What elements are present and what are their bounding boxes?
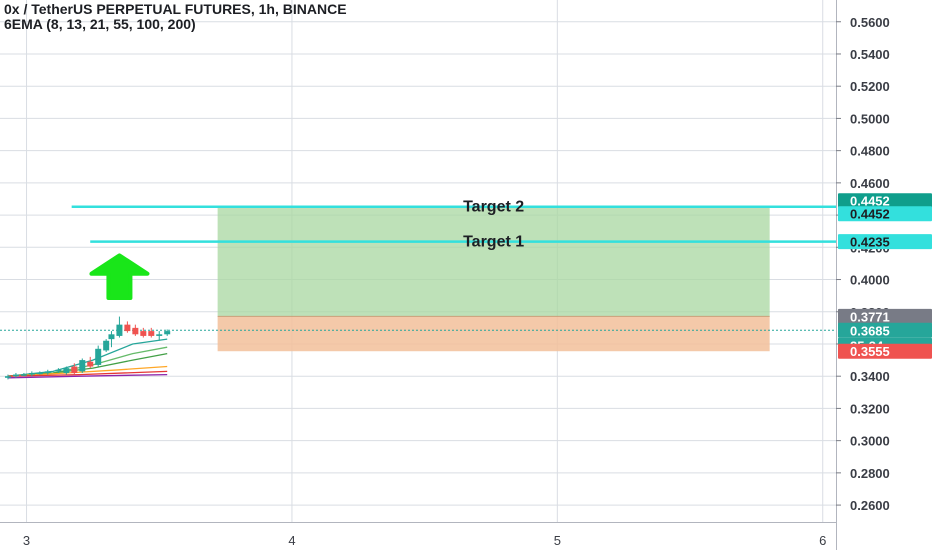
candle-body: [164, 331, 171, 335]
price-tag-label: 0.3685: [850, 323, 890, 338]
time-axis-bg: [0, 522, 836, 550]
candle-body: [103, 340, 110, 351]
price-tag: 0.3555: [838, 343, 932, 359]
candle: [132, 324, 139, 336]
price-chart[interactable]: Target 2 Target 1 0.2600 0.2800 0.3000 0.320…: [0, 0, 932, 550]
candle: [20, 372, 27, 377]
candle-body: [55, 369, 62, 372]
price-tag: 0.3685: [838, 322, 932, 338]
candle: [95, 345, 102, 367]
candle-body: [124, 324, 131, 332]
price-tick-label: 0.5600: [850, 15, 890, 30]
candle: [103, 339, 110, 353]
candle-body: [132, 327, 139, 335]
candle-body: [116, 324, 123, 336]
chart-root[interactable]: Target 2 Target 1 0.2600 0.2800 0.3000 0.320…: [0, 0, 932, 550]
time-axis[interactable]: 3 4 5 6: [0, 522, 836, 550]
chart-legend: 0x / TetherUS PERPETUAL FUTURES, 1h, BIN…: [4, 2, 347, 32]
candle: [79, 358, 86, 373]
price-tick-label: 0.5200: [850, 79, 890, 94]
candle: [140, 327, 147, 338]
candle-body: [4, 376, 11, 378]
price-tick-label: 0.4800: [850, 144, 890, 159]
target-label: Target 1: [463, 234, 524, 251]
candle-body: [71, 366, 78, 373]
candles: [4, 316, 171, 380]
price-tick-label: 0.5000: [850, 111, 890, 126]
candle: [148, 327, 155, 338]
price-tag: 0.3771: [838, 308, 932, 324]
price-tag-label: 0.3555: [850, 344, 890, 359]
loss-zone: [217, 316, 770, 352]
time-tick-label: 4: [288, 533, 295, 548]
candle-body: [87, 361, 94, 367]
candle-body: [63, 368, 70, 373]
candle-body: [108, 334, 115, 340]
candle: [108, 331, 115, 348]
candle-body: [36, 372, 43, 375]
candle: [4, 374, 11, 380]
candle-body: [28, 372, 35, 375]
price-tick-label: 0.2800: [850, 466, 890, 481]
price-tag: 0.4452: [838, 206, 932, 222]
candle-body: [95, 348, 102, 365]
candle-body: [79, 360, 86, 372]
price-tick-label: 0.4000: [850, 273, 890, 288]
arrow-shape: [89, 253, 150, 301]
price-tick-label: 0.5400: [850, 47, 890, 62]
target-label: Target 2: [463, 199, 524, 216]
candle-body: [44, 371, 51, 373]
up-arrow-icon: [89, 253, 150, 301]
price-tag-label: 0.3771: [850, 309, 890, 324]
time-tick-label: 3: [23, 533, 30, 548]
candle-body: [148, 331, 155, 336]
price-tick-label: 0.3400: [850, 369, 890, 384]
price-tick-label: 0.4600: [850, 176, 890, 191]
candle: [124, 321, 131, 333]
candle: [36, 371, 43, 375]
candle-body: [20, 374, 27, 376]
price-tick-label: 0.3200: [850, 401, 890, 416]
time-tick-label: 6: [819, 533, 826, 548]
candle: [87, 356, 94, 369]
time-tick-label: 5: [554, 533, 561, 548]
profit-zone: [217, 206, 770, 317]
candle-body: [156, 334, 163, 336]
symbol-title: 0x / TetherUS PERPETUAL FUTURES, 1h, BIN…: [4, 1, 347, 17]
price-axis[interactable]: 0.26000.28000.30000.32000.34000.36000.38…: [836, 0, 932, 550]
candle: [116, 316, 123, 338]
price-tag-label: 0.4235: [850, 235, 890, 250]
price-tag-label: 0.4452: [850, 207, 890, 222]
price-tick-label: 0.2600: [850, 498, 890, 513]
candle-body: [140, 331, 147, 336]
indicator-label: 6EMA (8, 13, 21, 55, 100, 200): [4, 16, 196, 32]
price-tag: 0.4235: [838, 234, 932, 250]
price-tick-label: 0.3000: [850, 434, 890, 449]
candle-body: [12, 374, 19, 377]
